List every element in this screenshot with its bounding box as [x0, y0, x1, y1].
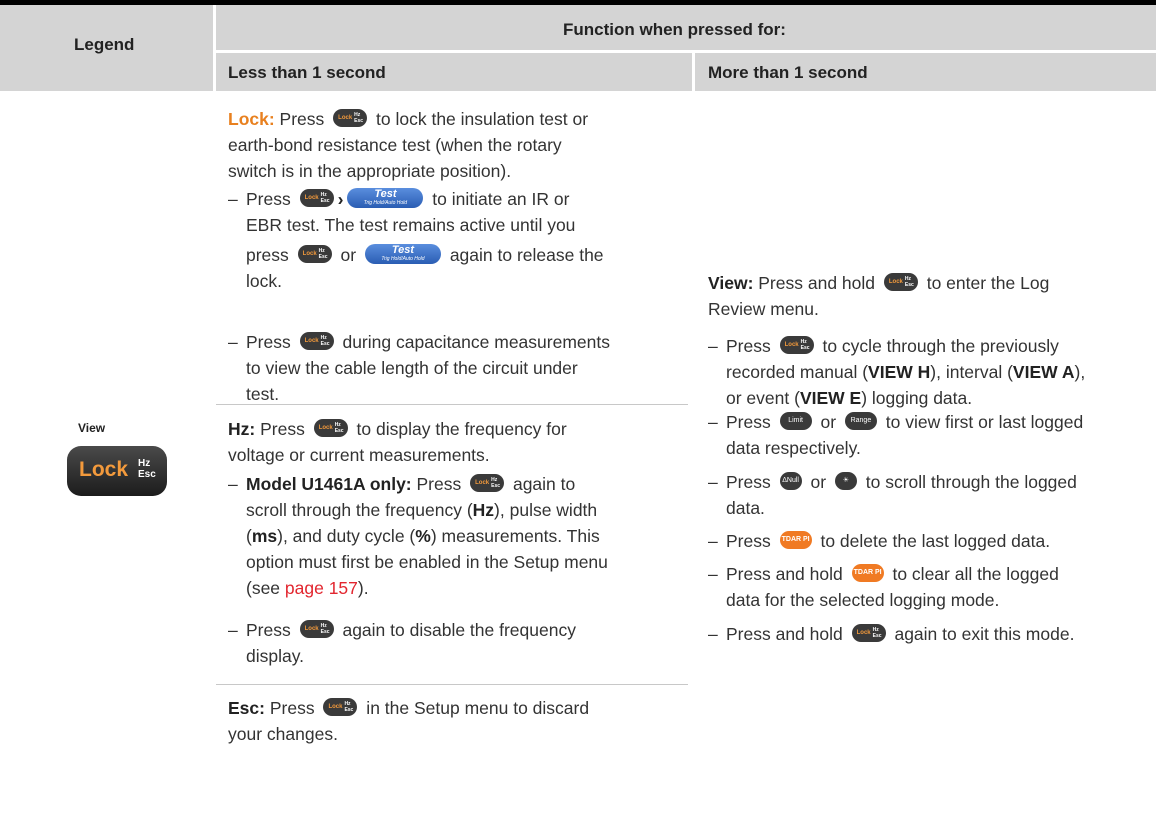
lock-key-icon: Lock Hz Esc [883, 273, 918, 292]
esc-heading: Esc: [228, 698, 265, 718]
key-hz-esc-label: Hz Esc [138, 458, 156, 480]
test-key-icon: Test Trig Hold/Auto Hold [347, 188, 424, 209]
lock-key-icon: Lock Hz Esc [333, 109, 368, 128]
hz-paragraph: Hz: Press Lock Hz Esc to display the frequ… [228, 419, 567, 465]
esc-paragraph: Esc: Press Lock Hz Esc in the Setup menu t… [228, 698, 590, 744]
less-header: Less than 1 second [228, 63, 386, 82]
legend-header: Legend [74, 35, 135, 54]
lock-key-icon: Lock Hz Esc [297, 245, 332, 264]
backlight-key-icon: ☀ [834, 472, 857, 491]
lock-key-icon: Lock Hz Esc [299, 332, 334, 351]
legend-view-label: View [78, 421, 106, 435]
view-paragraph: View: Press and hold Lock Hz Esc to enter … [708, 273, 1050, 319]
lock-key-icon: Lock Hz Esc [470, 474, 505, 493]
null-key-icon: ΔNull [779, 472, 802, 491]
test-key-icon: Test Trig Hold/Auto Hold [364, 244, 441, 265]
more-header: More than 1 second [708, 63, 868, 82]
lock-hz-esc-key: Lock Hz Esc [67, 446, 167, 496]
lock-key-icon: Lock Hz Esc [313, 419, 348, 438]
view-heading: View: [708, 273, 754, 293]
lock-heading: Lock: [228, 109, 275, 129]
divider [216, 404, 688, 405]
function-header: Function when pressed for: [563, 20, 786, 39]
key-lock-label: Lock [79, 458, 129, 481]
lock-paragraph: Lock: Press Lock Hz Esc to lock the insula… [228, 109, 589, 181]
hz-heading: Hz: [228, 419, 256, 439]
limit-key-icon: Limit [779, 412, 812, 431]
lock-key-icon: Lock Hz Esc [323, 698, 358, 717]
lock-key-icon: Lock Hz Esc [779, 336, 814, 355]
tdar-pi-key-icon: TDAR PI [851, 564, 884, 583]
tdar-pi-key-icon: TDAR PI [779, 531, 812, 550]
lock-key-icon: Lock Hz Esc [299, 620, 334, 639]
lock-key-icon: Lock Hz Esc [299, 189, 334, 208]
divider [216, 684, 688, 685]
lock-key-icon: Lock Hz Esc [851, 624, 886, 643]
page-link[interactable]: page 157 [285, 578, 358, 598]
range-key-icon: Range [844, 412, 877, 431]
